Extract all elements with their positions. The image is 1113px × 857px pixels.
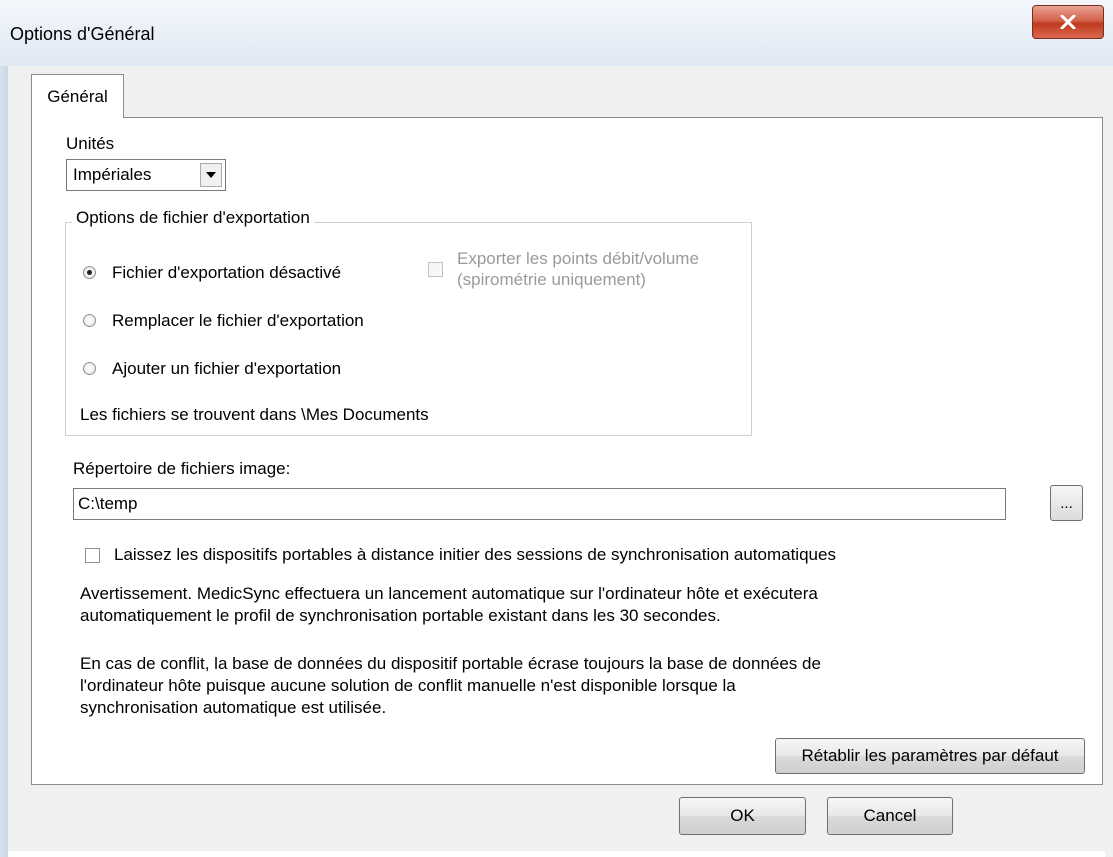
reset-defaults-label: Rétablir les paramètres par défaut: [801, 746, 1059, 765]
image-dir-input[interactable]: C:\temp: [73, 488, 1006, 520]
auto-sync-label[interactable]: Laissez les dispositifs portables à dist…: [114, 545, 836, 565]
conflict-line-2: l'ordinateur hôte puisque aucune solutio…: [80, 676, 736, 695]
radio-export-disabled-label[interactable]: Fichier d'exportation désactivé: [112, 263, 341, 283]
window-title: Options d'Général: [10, 24, 155, 44]
flow-volume-label-line2: (spirométrie uniquement): [457, 270, 646, 289]
warning-line-1: Avertissement. MedicSync effectuera un l…: [80, 584, 818, 603]
units-selected-value: Impériales: [73, 165, 152, 184]
radio-replace-export-label[interactable]: Remplacer le fichier d'exportation: [112, 311, 364, 331]
chevron-down-icon: [206, 172, 216, 178]
radio-selected-dot: [87, 270, 92, 275]
ok-button-label: OK: [730, 806, 755, 825]
browse-button-label: ...: [1060, 494, 1073, 512]
window-right-border: [1105, 66, 1113, 857]
units-dropdown[interactable]: Impériales: [66, 159, 226, 191]
radio-export-disabled[interactable]: [83, 266, 96, 279]
conflict-line-3: synchronisation automatique est utilisée…: [80, 698, 387, 717]
ok-button[interactable]: OK: [679, 797, 806, 835]
radio-append-export-label[interactable]: Ajouter un fichier d'exportation: [112, 359, 341, 379]
image-dir-value: C:\temp: [78, 494, 138, 513]
reset-defaults-button[interactable]: Rétablir les paramètres par défaut: [775, 738, 1085, 774]
tab-general-label: Général: [47, 86, 108, 106]
export-options-title: Options de fichier d'exportation: [72, 208, 314, 228]
auto-sync-checkbox[interactable]: [85, 548, 100, 563]
close-icon: [1060, 15, 1076, 29]
conflict-line-1: En cas de conflit, la base de données du…: [80, 654, 821, 673]
cancel-button-label: Cancel: [863, 806, 917, 825]
radio-append-export[interactable]: [83, 362, 96, 375]
tab-general[interactable]: Général: [31, 74, 124, 118]
browse-button[interactable]: ...: [1050, 485, 1083, 521]
warning-line-2: automatiquement le profil de synchronisa…: [80, 606, 721, 625]
close-button[interactable]: [1032, 5, 1104, 39]
flow-volume-label-line1: Exporter les points débit/volume: [457, 249, 699, 268]
flow-volume-checkbox[interactable]: [428, 262, 443, 277]
title-bar: [0, 0, 1113, 66]
image-dir-label: Répertoire de fichiers image:: [73, 459, 291, 478]
window-left-border: [0, 66, 8, 857]
cancel-button[interactable]: Cancel: [827, 797, 953, 835]
units-label: Unités: [66, 134, 115, 153]
export-location-note: Les fichiers se trouvent dans \Mes Docum…: [80, 405, 429, 424]
radio-replace-export[interactable]: [83, 314, 96, 327]
dropdown-arrow-button[interactable]: [200, 163, 222, 187]
